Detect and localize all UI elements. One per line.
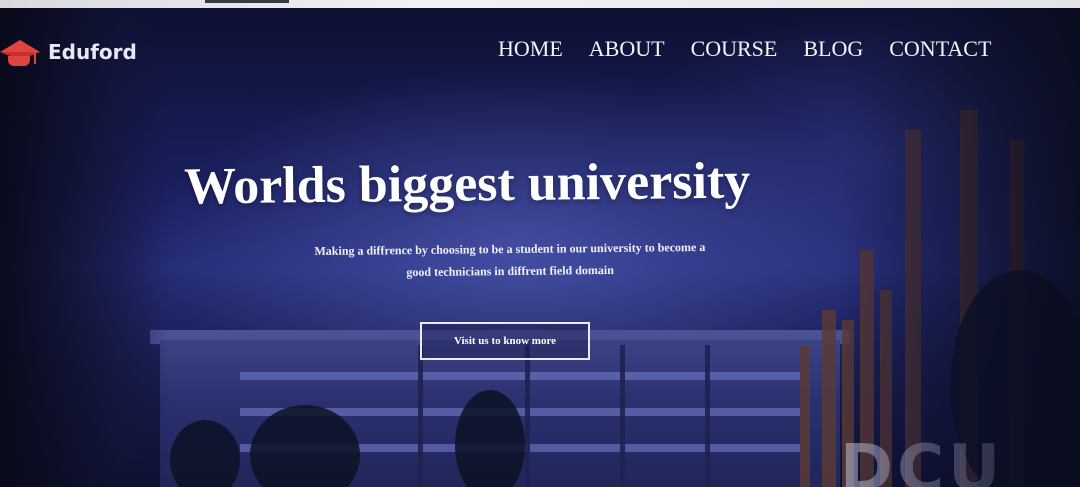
sculpture-pole [800,345,810,487]
building-pillar [705,345,710,487]
sculpture-pole [822,310,836,487]
browser-edge [0,0,1080,8]
building-pillar [620,345,625,487]
navbar: Eduford HOME ABOUT COURSE BLOG CONTACT [0,8,1080,92]
nav-home-link[interactable]: HOME [498,36,563,62]
building-windows [240,372,800,380]
hero-subtitle-line-2: good technicians in diffrent field domai… [406,262,614,280]
building-pillar [418,345,423,487]
hero-subtitle-line-1: Making a diffrence by choosing to be a s… [314,239,706,259]
nav-menu: HOME ABOUT COURSE BLOG CONTACT [498,36,1017,62]
visit-us-button[interactable]: Visit us to know more [420,322,590,360]
hero-title: Worlds biggest university [183,152,751,216]
hero-section: DCU Eduford HOME ABOUT COURSE BLOG CONTA… [0,0,1080,487]
brand-name: Eduford [48,40,137,64]
graduation-cap-icon [0,34,40,70]
hero-subtitle: Making a diffrence by choosing to be a s… [290,236,730,285]
nav-contact-link[interactable]: CONTACT [889,36,991,62]
nav-about-link[interactable]: ABOUT [589,36,665,62]
logo[interactable]: Eduford [0,34,137,70]
nav-blog-link[interactable]: BLOG [803,36,863,62]
building-pillar [525,345,530,487]
nav-course-link[interactable]: COURSE [691,36,778,62]
